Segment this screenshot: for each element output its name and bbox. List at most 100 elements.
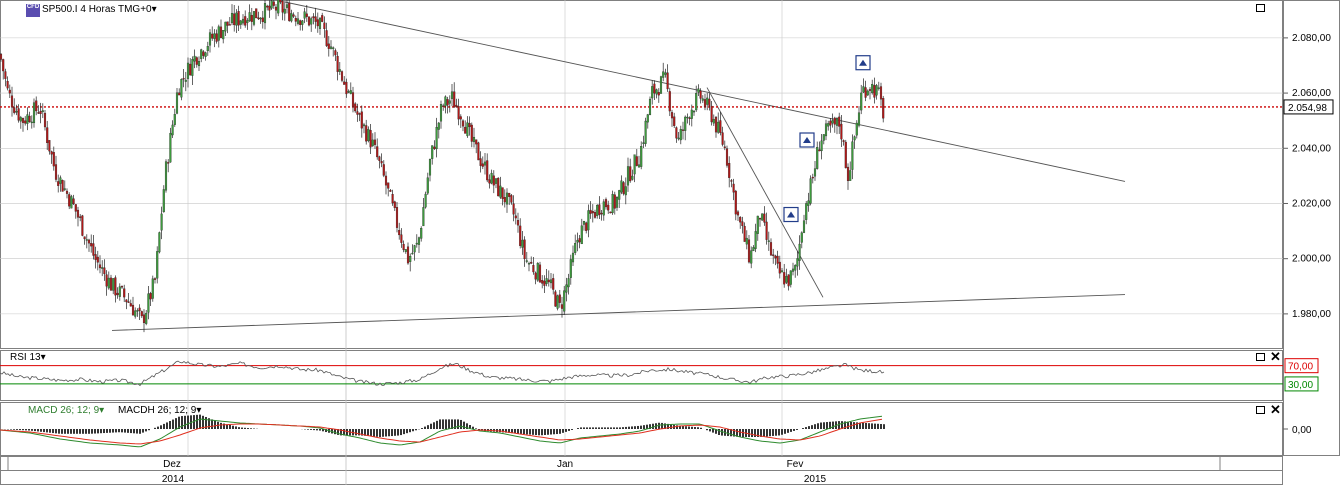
candle-body xyxy=(402,243,405,250)
candle-body xyxy=(15,111,18,113)
rsi-label[interactable]: RSI 13▾ xyxy=(10,352,46,363)
candle-body xyxy=(719,120,722,133)
candle-body xyxy=(189,63,192,76)
candle-body xyxy=(864,87,867,98)
candle-body xyxy=(96,256,99,263)
candle-body xyxy=(314,16,317,22)
candle-body xyxy=(607,204,610,211)
candle-body xyxy=(459,116,462,120)
candle-body xyxy=(833,117,836,125)
symbol-title[interactable]: SP500.I 4 Horas TMG+0▾ xyxy=(42,4,157,15)
price-pane[interactable] xyxy=(0,0,1283,349)
candle-body xyxy=(756,215,759,234)
candle-body xyxy=(780,270,784,273)
symbol-badge-icon: CFD xyxy=(26,4,40,17)
candle-body xyxy=(380,161,383,164)
candle-body xyxy=(481,163,484,167)
candle-body xyxy=(384,175,388,186)
candle-body xyxy=(699,90,702,99)
candle-body xyxy=(81,215,84,236)
candle-body xyxy=(604,199,608,208)
candle-body xyxy=(0,53,3,60)
candle-body xyxy=(272,1,275,6)
candle-body xyxy=(831,120,834,124)
candle-body xyxy=(450,91,454,99)
candle-body xyxy=(521,239,524,248)
chevron-down-icon[interactable]: ▾ xyxy=(99,405,104,416)
candle-body xyxy=(609,211,612,214)
candle-body xyxy=(668,91,671,112)
candle-body xyxy=(871,84,874,94)
candle-body xyxy=(323,22,326,30)
candle-body xyxy=(85,239,88,241)
candle-body xyxy=(151,278,154,299)
candle-body xyxy=(362,124,366,127)
candle-body xyxy=(74,204,77,212)
candle-body xyxy=(532,265,535,273)
candle-body xyxy=(446,99,449,106)
candle-body xyxy=(215,33,218,42)
maximize-icon[interactable] xyxy=(1256,4,1265,12)
candle-body xyxy=(626,166,630,186)
candle-body xyxy=(692,110,696,113)
candle-body xyxy=(745,237,748,245)
candle-body xyxy=(501,187,504,200)
candle-body xyxy=(325,30,328,46)
candle-body xyxy=(860,92,863,111)
candle-body xyxy=(695,93,698,111)
candle-body xyxy=(862,86,865,93)
candle-body xyxy=(327,43,330,49)
candle-body xyxy=(560,304,564,309)
candle-body xyxy=(470,124,473,142)
maximize-icon[interactable] xyxy=(1256,406,1265,414)
candle-body xyxy=(406,246,410,264)
candle-body xyxy=(736,211,740,216)
candle-body xyxy=(543,280,546,286)
chevron-down-icon[interactable]: ▾ xyxy=(152,4,157,15)
candle-body xyxy=(723,146,726,148)
candle-body xyxy=(536,262,539,281)
candle-body xyxy=(618,190,621,200)
candle-body xyxy=(818,149,821,152)
candle-body xyxy=(728,162,731,178)
candle-body xyxy=(316,19,319,27)
macdh-label[interactable]: MACDH 26; 12; 9▾ xyxy=(118,405,201,416)
candle-body xyxy=(849,170,852,181)
month-label: Dez xyxy=(163,459,181,470)
candle-body xyxy=(222,30,225,40)
candle-body xyxy=(2,59,5,72)
y-tick-label: 2.020,00 xyxy=(1292,198,1331,209)
chevron-down-icon[interactable]: ▾ xyxy=(196,405,201,416)
rsi-pane[interactable] xyxy=(0,350,1283,401)
candle-body xyxy=(48,140,51,152)
y-tick-label: 2.040,00 xyxy=(1292,143,1331,154)
candle-body xyxy=(28,115,31,123)
candle-body xyxy=(149,293,152,300)
candle-body xyxy=(268,5,271,11)
candle-body xyxy=(292,14,295,17)
candle-body xyxy=(318,17,322,29)
candle-body xyxy=(107,277,110,289)
candle-body xyxy=(838,116,841,127)
chevron-down-icon[interactable]: ▾ xyxy=(41,352,46,363)
candle-body xyxy=(497,177,500,197)
close-icon[interactable]: ✕ xyxy=(1270,350,1281,363)
candle-body xyxy=(633,154,636,175)
candle-body xyxy=(204,52,207,57)
candle-body xyxy=(706,97,709,105)
candle-body xyxy=(299,20,302,25)
candle-body xyxy=(800,232,803,243)
maximize-icon[interactable] xyxy=(1256,353,1265,361)
candle-body xyxy=(494,178,498,184)
candle-body xyxy=(248,12,251,22)
close-icon[interactable]: ✕ xyxy=(1270,403,1281,416)
candle-body xyxy=(296,18,300,24)
macd-label[interactable]: MACD 26; 12; 9▾ xyxy=(28,405,104,416)
candle-body xyxy=(345,81,348,95)
candle-body xyxy=(68,194,71,207)
candle-body xyxy=(310,18,313,25)
candle-body xyxy=(490,172,493,184)
candle-body xyxy=(50,151,53,155)
candle-body xyxy=(274,6,278,11)
candle-body xyxy=(367,128,370,142)
